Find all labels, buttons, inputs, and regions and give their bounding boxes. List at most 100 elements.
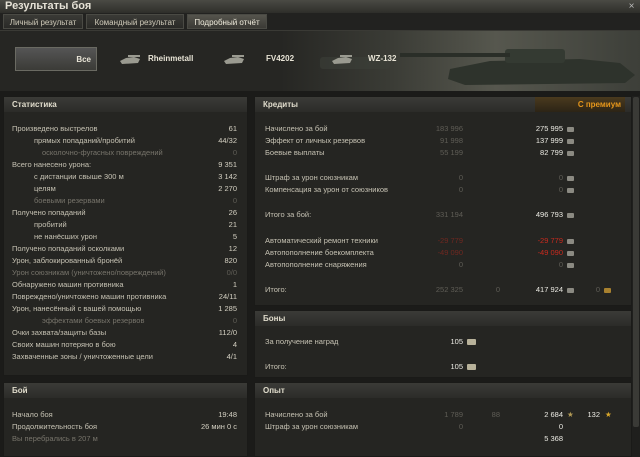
vehicle-tab-fv4202[interactable]: FV4202 — [222, 47, 302, 71]
battle-row: Вы перебрались в 207 м — [4, 433, 247, 445]
stat-label: Очки захвата/защиты базы — [12, 328, 107, 337]
credits-base-value: -29 779 — [437, 236, 463, 245]
stat-value: 0 — [232, 148, 237, 157]
stat-value: 0 — [232, 196, 237, 205]
credits-label: Автопополнение боекомплекта — [265, 248, 374, 257]
credits-icon — [567, 251, 574, 256]
vehicle-selector-bar: Все Rheinmetall FV4202 WZ-132 — [0, 31, 640, 91]
tab-personal-result[interactable]: Личный результат — [3, 14, 83, 29]
stat-value: 44/32 — [218, 136, 237, 145]
battle-value: 19:48 — [218, 410, 237, 419]
credits-base-value: 252 325 — [435, 285, 463, 294]
credits-label: Компенсация за урон от союзников — [265, 185, 388, 194]
credits-label: Автопополнение снаряжения — [265, 260, 367, 269]
stat-row: не нанёсших урон 5 — [4, 231, 247, 243]
vehicle-tab-all-label: Все — [76, 55, 91, 64]
statistics-panel: Статистика Произведено выстрелов 61 прямых… — [3, 96, 248, 376]
xp-row: Начислено за бой 1 789 2 684 88 132 ★ ★ — [255, 409, 631, 421]
stat-label: осколочно-фугасных повреждений — [42, 148, 163, 157]
battle-row: Продолжительность боя 26 мин 0 с — [4, 421, 247, 433]
stat-value: 21 — [228, 220, 237, 229]
stat-label: прямых попаданий/пробитий — [34, 136, 135, 145]
stat-row: Произведено выстрелов 61 — [4, 123, 247, 135]
stat-label: Получено попаданий — [12, 208, 86, 217]
vehicle-tab-all[interactable]: Все — [15, 47, 97, 71]
stat-row: Повреждено/уничтожено машин противника 24… — [4, 291, 247, 303]
xp-label: Начислено за бой — [265, 410, 328, 419]
stat-value: 61 — [228, 124, 237, 133]
stat-value: 4 — [232, 340, 237, 349]
stat-label: пробитий — [34, 220, 67, 229]
stat-row: эффектами боевых резервов 0 — [4, 315, 247, 327]
premium-column-header: С премиум — [535, 97, 625, 112]
bonds-title: Боны — [255, 311, 631, 326]
stat-row: Своих машин потеряно в бою 4 — [4, 339, 247, 351]
xp-premium-free: 132 — [587, 410, 600, 419]
vehicle-tab-rheinmetall[interactable]: Rheinmetall — [118, 47, 208, 71]
credits-icon — [567, 239, 574, 244]
credits-row: Штраф за урон союзникам 0 0 — [255, 172, 631, 184]
credits-icon — [567, 288, 574, 293]
credits-premium-value: 0 — [558, 185, 563, 194]
stat-value: 0 — [232, 316, 237, 325]
credits-premium-extra: 0 — [595, 285, 600, 294]
stat-row: пробитий 21 — [4, 219, 247, 231]
close-icon[interactable]: × — [626, 1, 637, 12]
credits-row: Компенсация за урон от союзников 0 0 — [255, 184, 631, 196]
xp-base-value: 1 789 — [444, 410, 463, 419]
stat-row: Урон союзникам (уничтожено/повреждений) 0… — [4, 267, 247, 279]
credits-icon — [567, 139, 574, 144]
battle-title: Бой — [4, 383, 247, 398]
credits-premium-value: -29 779 — [537, 236, 563, 245]
tank-icon — [332, 55, 352, 64]
tab-detailed-report[interactable]: Подробный отчёт — [187, 14, 267, 29]
xp-base-free: 88 — [491, 410, 500, 419]
credits-icon — [567, 263, 574, 268]
stat-row: Всего нанесено урона: 9 351 — [4, 159, 247, 171]
credits-label: Штраф за урон союзникам — [265, 173, 359, 182]
xp-premium-value: 0 — [558, 422, 563, 431]
credits-premium-value: 0 — [558, 173, 563, 182]
stat-value: 820 — [224, 256, 237, 265]
tab-team-result[interactable]: Командный результат — [86, 14, 184, 29]
credits-base-value: 55 199 — [440, 148, 463, 157]
credits-icon — [567, 176, 574, 181]
credits-base-value: 0 — [458, 185, 463, 194]
bonds-row: За получение наград 105 — [255, 336, 631, 348]
stat-row: Урон, заблокированный бронёй 820 — [4, 255, 247, 267]
stat-row: Получено попаданий 26 — [4, 207, 247, 219]
stat-label: Всего нанесено урона: — [12, 160, 92, 169]
stat-label: Урон, заблокированный бронёй — [12, 256, 123, 265]
credits-label: Итого за бой: — [265, 210, 312, 219]
credits-icon — [567, 151, 574, 156]
scrollbar-thumb[interactable] — [633, 97, 639, 427]
stat-label: не нанёсших урон — [34, 232, 97, 241]
credits-label: Боевые выплаты — [265, 148, 325, 157]
stat-value: 1 285 — [218, 304, 237, 313]
credits-premium-value: -49 090 — [537, 248, 563, 257]
stat-row: Урон, нанесённый с вашей помощью 1 285 — [4, 303, 247, 315]
bonds-value: 105 — [450, 362, 463, 371]
stat-label: Обнаружено машин противника — [12, 280, 124, 289]
credits-base-extra: 0 — [495, 285, 500, 294]
battle-label: Начало боя — [12, 410, 53, 419]
stat-row: Получено попаданий осколками 12 — [4, 243, 247, 255]
stat-row: боевыми резервами 0 — [4, 195, 247, 207]
vehicle-tab-wz132-label: WZ-132 — [368, 54, 397, 63]
stat-value: 24/11 — [218, 292, 237, 301]
credits-icon — [567, 188, 574, 193]
stat-value: 1 — [232, 280, 237, 289]
bonds-panel: Боны За получение наград 105 Итого: 105 — [254, 310, 632, 378]
vehicle-tab-wz132[interactable]: WZ-132 — [330, 47, 410, 71]
credits-panel: Кредиты С премиум Начислено за бой 183 99… — [254, 96, 632, 306]
bonds-value: 105 — [450, 337, 463, 346]
stat-value: 12 — [228, 244, 237, 253]
battle-label: Вы перебрались в 207 м — [12, 434, 98, 443]
experience-panel: Опыт Начислено за бой 1 789 2 684 88 132 ★ ★ Шт… — [254, 382, 632, 457]
credits-base-value: -49 090 — [437, 248, 463, 257]
vehicle-tab-rheinmetall-label: Rheinmetall — [148, 54, 194, 63]
credits-label: Эффект от личных резервов — [265, 136, 366, 145]
stat-value: 0/0 — [226, 268, 237, 277]
battle-row: Начало боя 19:48 — [4, 409, 247, 421]
tab-bar: Личный результат Командный результат Под… — [0, 13, 640, 31]
